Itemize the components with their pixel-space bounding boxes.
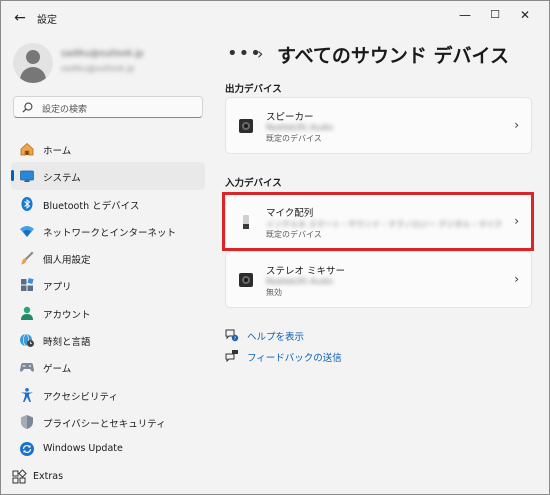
sidebar-item-label: システム xyxy=(43,173,81,185)
system-monitor-icon xyxy=(20,170,34,183)
sidebar-item-accounts[interactable]: アカウント xyxy=(11,299,205,326)
sidebar-item-personalization[interactable]: 個人用設定 xyxy=(11,244,205,271)
sidebar-item-label: ゲーム xyxy=(43,364,72,376)
shield-icon xyxy=(21,414,33,429)
paintbrush-icon xyxy=(21,251,34,265)
device-status: 既定のデバイス xyxy=(266,134,322,143)
minimize-button[interactable]: — xyxy=(451,5,479,25)
globe-clock-icon xyxy=(20,333,34,348)
profile-name: sadiku@outlook.jp xyxy=(61,49,144,59)
avatar xyxy=(13,43,53,83)
sidebar-item-label: プライバシーとセキュリティ xyxy=(43,418,166,430)
title-bar: ← 設定 — ☐ ✕ xyxy=(1,1,549,35)
back-arrow-icon[interactable]: ← xyxy=(9,7,31,29)
speaker-icon xyxy=(239,273,253,287)
chevron-right-icon: › xyxy=(514,118,519,132)
page-title: すべてのサウンド デバイス xyxy=(277,45,509,67)
microphone-icon xyxy=(243,215,249,229)
sidebar-item-label: Extras xyxy=(33,471,64,482)
breadcrumb-separator: › xyxy=(257,44,264,63)
sidebar-item-label: アプリ xyxy=(43,282,72,294)
account-icon xyxy=(21,306,33,320)
output-devices-heading: 出力デバイス xyxy=(225,84,282,95)
sidebar-item-gaming[interactable]: ゲーム xyxy=(11,353,205,380)
search-icon xyxy=(22,102,33,113)
sidebar-item-label: ネットワークとインターネット xyxy=(43,227,177,239)
sidebar-item-apps[interactable]: アプリ xyxy=(11,271,205,298)
device-status: 無効 xyxy=(266,288,282,297)
search-placeholder: 設定の検索 xyxy=(42,105,88,115)
app-title: 設定 xyxy=(37,15,57,26)
help-icon: ? xyxy=(225,329,239,342)
sidebar-item-label: Windows Update xyxy=(43,443,123,455)
sidebar-item-network[interactable]: ネットワークとインターネット xyxy=(11,217,205,244)
sidebar-item-accessibility[interactable]: アクセシビリティ xyxy=(11,381,205,408)
maximize-button[interactable]: ☐ xyxy=(481,5,509,25)
device-card-speaker[interactable]: スピーカー Realtek(R) Audio 既定のデバイス › xyxy=(225,97,532,154)
sidebar-nav: ホーム システム Bluetooth とデバイス ネットワークとインターネット xyxy=(11,135,205,463)
profile-account: sadiku@outlook.jp xyxy=(61,64,135,73)
sidebar-item-label: アカウント xyxy=(43,309,91,321)
bluetooth-icon xyxy=(21,196,33,211)
help-link-label: ヘルプを表示 xyxy=(247,332,305,343)
sidebar-item-windows-update[interactable]: Windows Update xyxy=(11,435,205,462)
sidebar-item-home[interactable]: ホーム xyxy=(11,135,205,162)
device-name: ステレオ ミキサー xyxy=(266,266,346,277)
speaker-icon xyxy=(239,119,253,133)
sidebar-item-label: 個人用設定 xyxy=(43,255,91,267)
sidebar-item-bluetooth[interactable]: Bluetooth とデバイス xyxy=(11,190,205,217)
device-status: 既定のデバイス xyxy=(266,230,322,239)
accessibility-icon xyxy=(21,387,33,402)
home-icon xyxy=(20,142,34,156)
sidebar-item-system[interactable]: システム xyxy=(11,162,205,190)
windows-update-icon xyxy=(20,442,34,457)
apps-icon xyxy=(21,278,34,292)
settings-window: ← 設定 — ☐ ✕ sadiku@outlook.jp sadiku@outl… xyxy=(0,0,550,495)
device-name: スピーカー xyxy=(266,112,314,123)
sidebar-item-label: アクセシビリティ xyxy=(43,391,118,403)
user-profile[interactable]: sadiku@outlook.jp sadiku@outlook.jp xyxy=(13,43,203,83)
device-detail: Realtek(R) Audio xyxy=(266,123,334,132)
device-name: マイク配列 xyxy=(266,208,314,219)
chevron-right-icon: › xyxy=(514,214,519,228)
chevron-right-icon: › xyxy=(514,272,519,286)
device-card-microphone[interactable]: マイク配列 インテル® スマート・サウンド・テクノロジー デジタル・マイク 既定… xyxy=(225,193,532,250)
wifi-icon xyxy=(20,225,34,237)
close-button[interactable]: ✕ xyxy=(511,5,539,25)
sidebar-item-label: ホーム xyxy=(43,146,72,157)
device-card-stereo-mixer[interactable]: ステレオ ミキサー Realtek(R) Audio 無効 › xyxy=(225,251,532,308)
gamepad-icon xyxy=(20,363,34,372)
input-devices-heading: 入力デバイス xyxy=(225,178,282,189)
sidebar-item-time-language[interactable]: 時刻と言語 xyxy=(11,326,205,353)
sidebar-item-extras[interactable]: Extras xyxy=(11,467,205,487)
sidebar-item-label: Bluetooth とデバイス xyxy=(43,200,140,212)
feedback-icon xyxy=(225,350,238,363)
extras-icon xyxy=(12,469,27,484)
search-input[interactable]: 設定の検索 xyxy=(13,96,203,118)
feedback-link-label: フィードバックの送信 xyxy=(247,353,342,364)
sidebar-item-label: 時刻と言語 xyxy=(43,337,91,349)
device-detail: Realtek(R) Audio xyxy=(266,277,334,286)
sidebar-item-privacy[interactable]: プライバシーとセキュリティ xyxy=(11,408,205,435)
